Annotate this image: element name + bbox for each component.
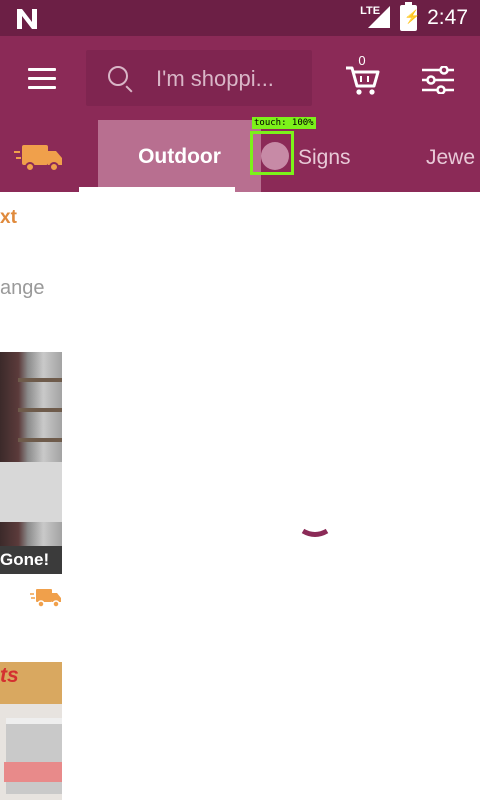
product-image-tray[interactable]: ts bbox=[0, 662, 62, 800]
n-logo-icon bbox=[17, 9, 37, 29]
promo-badge: Gone! bbox=[0, 546, 62, 574]
tab-outdoor-label: Outdoor bbox=[138, 145, 221, 168]
delivery-truck-icon[interactable] bbox=[14, 140, 64, 174]
filter-sliders-icon[interactable] bbox=[420, 66, 456, 94]
section-subtitle-fragment: ange bbox=[0, 277, 45, 299]
tab-signs[interactable]: Signs bbox=[298, 146, 351, 170]
search-icon bbox=[108, 66, 128, 86]
search-placeholder: I'm shoppi... bbox=[156, 66, 274, 91]
clock: 2:47 bbox=[427, 6, 468, 29]
search-input[interactable]: I'm shoppi... bbox=[86, 50, 312, 106]
status-bar: LTE ⚡ 2:47 bbox=[0, 0, 480, 36]
tab-jewelry[interactable]: Jewe bbox=[426, 146, 475, 170]
product-image-bathroom[interactable] bbox=[0, 352, 62, 574]
delivery-truck-icon bbox=[30, 589, 61, 608]
shopping-cart-icon[interactable]: 0 bbox=[344, 54, 380, 96]
cart-count: 0 bbox=[358, 54, 365, 68]
lte-signal-icon: LTE bbox=[360, 5, 391, 30]
app-bar: I'm shoppi... 0 bbox=[0, 36, 480, 120]
touch-indicator bbox=[250, 131, 294, 175]
tab-active-indicator bbox=[79, 187, 235, 192]
tab-outdoor[interactable]: Outdoor bbox=[98, 120, 261, 192]
category-tabs: Outdoor Signs Jewe bbox=[0, 120, 480, 192]
product-image-text: ts bbox=[0, 664, 19, 687]
touch-indicator-label: touch: 100% bbox=[252, 117, 316, 129]
battery-charging-icon: ⚡ bbox=[400, 2, 420, 31]
product-feed-partial: xt ange Gone! ts bbox=[0, 192, 62, 800]
hamburger-menu-icon[interactable] bbox=[28, 68, 56, 89]
section-heading-fragment: xt bbox=[0, 207, 17, 228]
loading-spinner-icon bbox=[301, 528, 329, 537]
